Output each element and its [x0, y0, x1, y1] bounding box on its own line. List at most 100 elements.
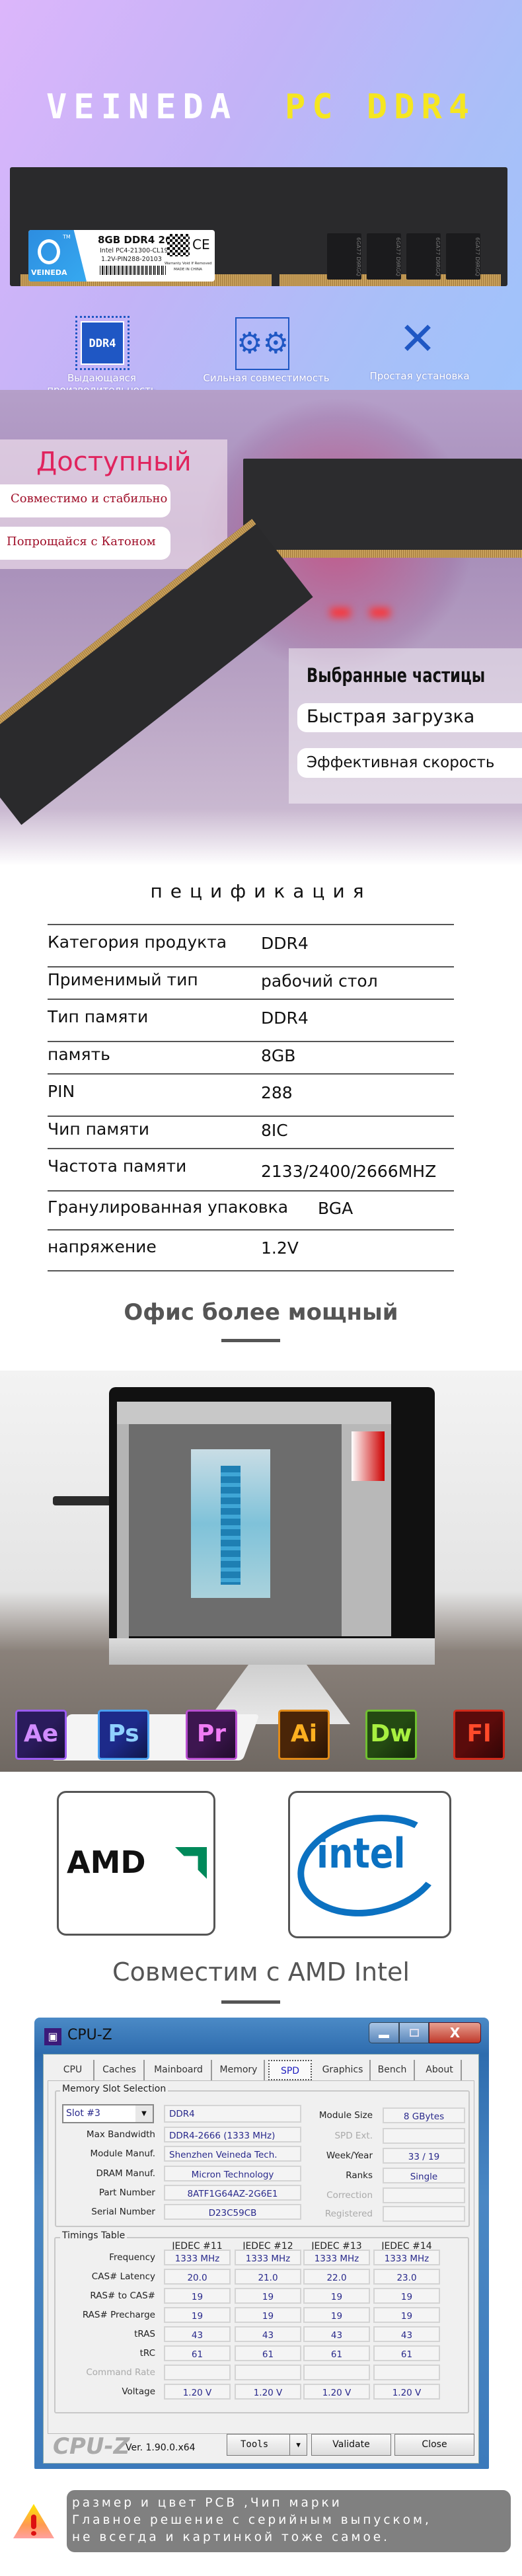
tools-button[interactable]: Tools ▼: [227, 2434, 307, 2456]
timing-label: RAS# to CAS#: [90, 2291, 155, 2301]
timing-value: [303, 2365, 370, 2380]
ram-module-image: TM VEINEDA 8GB DDR4 2666 Intel PC4-21300…: [10, 167, 507, 286]
row-divider: [48, 1270, 454, 1271]
app-icon-fl: Fl: [453, 1710, 505, 1760]
app-icon-ae: Ae: [15, 1710, 67, 1760]
minimize-button[interactable]: [369, 2022, 399, 2043]
field-value: Shenzhen Veineda Tech.: [164, 2146, 301, 2162]
timing-value: 22.0: [303, 2269, 370, 2285]
veineda-logo: TM VEINEDA: [28, 230, 87, 282]
validate-button[interactable]: Validate: [311, 2434, 391, 2456]
spec-label: Тип памяти: [48, 1007, 149, 1026]
product-title: PC DDR4: [285, 87, 476, 127]
close-button[interactable]: Close: [394, 2434, 474, 2456]
group-label: Memory Slot Selection: [60, 2084, 168, 2094]
warranty-text: Warranty Void If Removed: [165, 262, 212, 266]
app-icon-ai: Ai: [278, 1710, 330, 1760]
ram-module-image: [243, 459, 522, 558]
spec-label: Частота памяти: [48, 1156, 187, 1176]
row-divider: [48, 999, 454, 1000]
cpuz-window: ▣ CPU-Z X CPU Caches Mainboard Memory SPD Gra…: [34, 2018, 489, 2469]
timing-value: 19: [373, 2307, 440, 2323]
maximize-button[interactable]: [399, 2022, 429, 2043]
field-value: DDR4-2666 (1333 MHz): [164, 2127, 301, 2142]
slot-select[interactable]: Slot #3 ▼: [62, 2104, 154, 2123]
spec-label: напряжение: [48, 1237, 157, 1256]
chevron-down-icon: ▼: [289, 2435, 307, 2455]
tab-about[interactable]: About: [418, 2060, 462, 2080]
timing-value: [235, 2365, 301, 2380]
tab-graphics[interactable]: Graphics: [316, 2060, 371, 2080]
hero-banner: VEINEDA PC DDR4 TM VEINEDA 8GB DDR4 2666…: [0, 0, 522, 396]
field-label: Part Number: [98, 2187, 155, 2198]
timing-value: 61: [303, 2345, 370, 2361]
timing-value: 1.20 V: [373, 2384, 440, 2400]
spec-value: 8GB: [261, 1045, 296, 1065]
spec-label: память: [48, 1044, 110, 1064]
spec-value: 288: [261, 1083, 293, 1102]
close-window-button[interactable]: X: [429, 2022, 481, 2043]
spec-label: Чип памяти: [48, 1119, 150, 1139]
timing-label: tRAS: [134, 2329, 155, 2339]
spec-value: BGA: [318, 1198, 354, 1218]
spec-value: рабочий стол: [261, 971, 378, 991]
intel-logo: intel: [317, 1829, 406, 1877]
tab-memory[interactable]: Memory: [213, 2060, 265, 2080]
memory-chip: 6GA77 D9RGQ: [327, 233, 361, 280]
timing-value: 20.0: [164, 2269, 231, 2285]
compat-title: Совместим с AMD Intel: [112, 1957, 410, 1987]
timing-value: 43: [373, 2326, 440, 2342]
spec-label: Категория продукта: [48, 932, 227, 952]
gears-icon: ⚙⚙: [235, 317, 289, 370]
timing-value: 19: [235, 2307, 301, 2323]
tab-caches[interactable]: Caches: [95, 2060, 145, 2080]
brand-title: VEINEDA: [46, 87, 238, 127]
notice-line: не всегда и картинкой тоже самое.: [72, 2530, 391, 2544]
row-divider: [48, 1116, 454, 1117]
intel-logo-card: intel: [287, 1791, 453, 1938]
field-label: Serial Number: [91, 2207, 155, 2217]
memory-chip: 6GA77 D9RGQ: [406, 233, 441, 280]
timing-value: 19: [164, 2288, 231, 2304]
field-value: 33 / 19: [383, 2148, 465, 2164]
spec-value: DDR4: [261, 1008, 309, 1028]
tab-spd[interactable]: SPD: [268, 2060, 312, 2080]
row-divider: [48, 966, 454, 967]
gaming-banner: Доступный Совместимо и стабильно Попроща…: [0, 390, 522, 866]
field-label: SPD Ext.: [334, 2131, 373, 2141]
field-label: Max Bandwidth: [86, 2129, 155, 2140]
field-value: Micron Technology: [164, 2166, 301, 2181]
timing-value: 61: [235, 2345, 301, 2361]
version-label: Ver. 1.90.0.x64: [126, 2443, 196, 2453]
feature-pill: Быстрая загрузка: [297, 703, 522, 732]
ram-label-sticker: TM VEINEDA 8GB DDR4 2666 Intel PC4-21300…: [28, 230, 215, 282]
timing-value: 61: [164, 2345, 231, 2361]
field-value: [383, 2187, 465, 2203]
timing-value: 19: [303, 2307, 370, 2323]
spec-value: 2133/2400/2666MHZ: [261, 1162, 437, 1181]
tab-bench[interactable]: Bench: [371, 2060, 415, 2080]
timing-value: 1333 MHz: [373, 2250, 440, 2265]
timing-value: 43: [235, 2326, 301, 2342]
barcode: [100, 266, 166, 275]
feature-pill: Совместимо и стабильно: [0, 484, 170, 517]
field-value: 8 GBytes: [383, 2107, 465, 2123]
field-value: [383, 2206, 465, 2222]
field-label: Correction: [326, 2190, 373, 2201]
timing-value: 1.20 V: [235, 2384, 301, 2400]
cpuz-app-icon: ▣: [44, 2028, 61, 2045]
timing-label: Command Rate: [86, 2367, 155, 2378]
spec-value: DDR4: [261, 934, 309, 953]
title-underline: [221, 2000, 280, 2004]
window-title: CPU-Z: [67, 2027, 112, 2043]
tab-cpu[interactable]: CPU: [52, 2060, 94, 2080]
timing-value: 19: [235, 2288, 301, 2304]
ce-mark: CE: [192, 237, 210, 252]
amd-logo: AMD: [67, 1844, 146, 1880]
timing-value: [373, 2365, 440, 2380]
ddr4-chip-icon: DDR4: [75, 316, 130, 370]
cpuz-client: CPU Caches Mainboard Memory SPD Graphics Bench…: [43, 2054, 479, 2464]
tab-mainboard[interactable]: Mainboard: [146, 2060, 212, 2080]
notice-line: размер и цвет PCB ,Чип марки: [72, 2496, 342, 2510]
field-label: Week/Year: [326, 2150, 373, 2161]
